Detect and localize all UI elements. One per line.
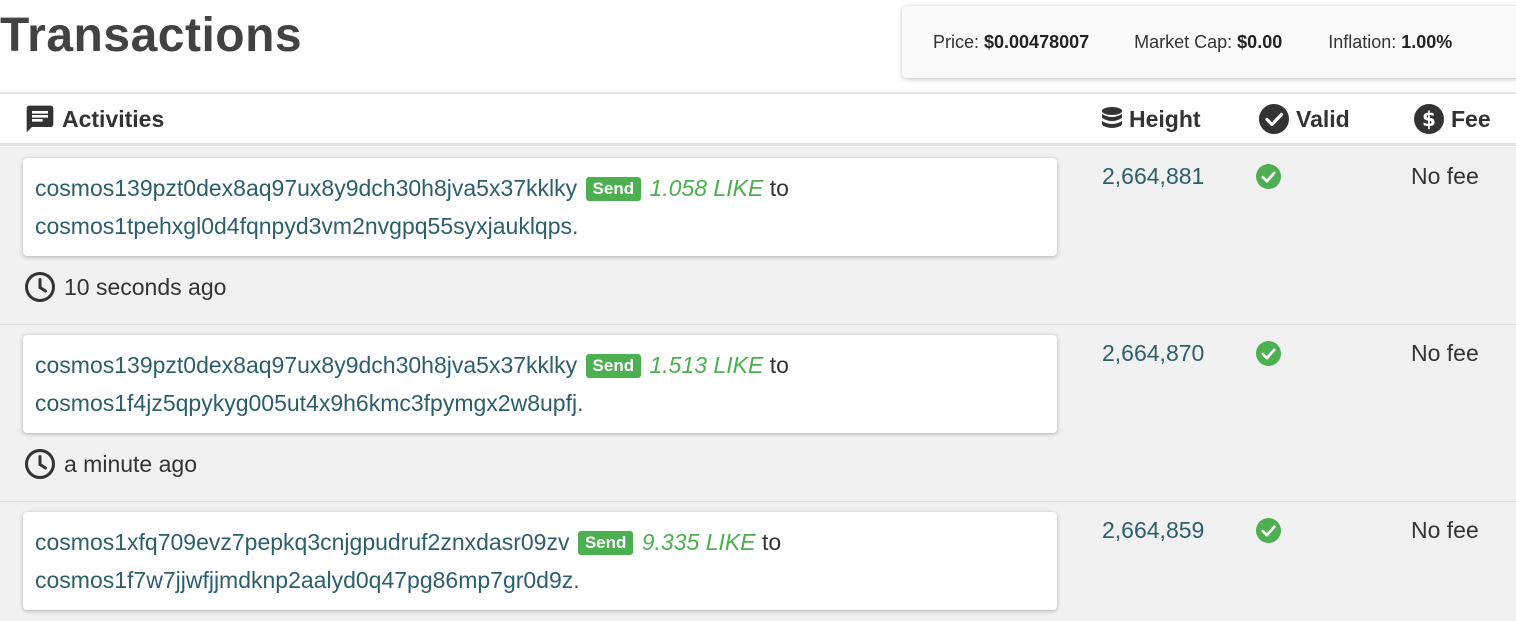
to-word: to — [762, 529, 782, 555]
price-value: $0.00478007 — [984, 31, 1090, 52]
market-stats-card: Price: $0.00478007 Market Cap: $0.00 Inf… — [902, 6, 1516, 78]
send-badge: Send — [577, 531, 634, 555]
valid-check-icon — [1256, 164, 1281, 194]
amount: 1.058 LIKE — [649, 175, 764, 201]
to-word: to — [769, 175, 789, 201]
clock-icon — [25, 449, 55, 479]
table-row: cosmos139pzt0dex8aq97ux8y9dch30h8jva5x37… — [0, 325, 1516, 502]
inflation-label: Inflation: — [1328, 31, 1402, 52]
sentence-period: . — [573, 567, 580, 593]
timestamp-text: 10 seconds ago — [64, 273, 227, 300]
recipient-address-link[interactable]: cosmos1tpehxgl0d4fqnpyd3vm2nvgpq55syxjau… — [35, 213, 572, 239]
timestamp: 10 seconds ago — [24, 271, 226, 303]
market-cap-stat: Market Cap: $0.00 — [1134, 32, 1282, 53]
price-stat: Price: $0.00478007 — [933, 32, 1089, 53]
transaction-card: cosmos139pzt0dex8aq97ux8y9dch30h8jva5x37… — [23, 158, 1057, 256]
header-fee-label: Fee — [1451, 105, 1491, 132]
sentence-period: . — [577, 390, 584, 416]
check-circle-icon — [1259, 104, 1289, 134]
inflation-stat: Inflation: 1.00% — [1328, 32, 1452, 53]
block-height-link[interactable]: 2,664,881 — [1102, 163, 1204, 190]
database-icon — [1102, 107, 1122, 128]
valid-check-icon — [1256, 518, 1281, 548]
market-cap-label: Market Cap: — [1134, 31, 1238, 52]
timestamp: a minute ago — [24, 448, 197, 480]
timestamp-text: a minute ago — [64, 450, 197, 477]
recipient-address-link[interactable]: cosmos1f7w7jjwfjjmdknp2aalyd0q47pg86mp7g… — [35, 567, 573, 593]
market-cap-value: $0.00 — [1237, 31, 1283, 52]
price-label: Price: — [933, 31, 985, 52]
send-badge: Send — [585, 354, 642, 378]
amount: 1.513 LIKE — [649, 352, 764, 378]
sender-address-link[interactable]: cosmos139pzt0dex8aq97ux8y9dch30h8jva5x37… — [35, 352, 577, 378]
message-icon — [26, 105, 54, 133]
valid-check-icon — [1256, 341, 1281, 371]
fee-value: No fee — [1411, 517, 1479, 543]
transaction-card: cosmos139pzt0dex8aq97ux8y9dch30h8jva5x37… — [23, 335, 1057, 433]
fee-value: No fee — [1411, 163, 1479, 189]
header-valid: Valid — [1258, 94, 1350, 144]
dollar-circle-icon: $ — [1414, 104, 1444, 134]
fee-value: No fee — [1411, 340, 1479, 366]
to-word: to — [769, 352, 789, 378]
sender-address-link[interactable]: cosmos1xfq709evz7pepkq3cnjgpudruf2znxdas… — [35, 529, 569, 555]
table-row: cosmos139pzt0dex8aq97ux8y9dch30h8jva5x37… — [0, 147, 1516, 325]
header-height: Height — [1101, 94, 1201, 144]
sentence-period: . — [572, 213, 579, 239]
clock-icon — [25, 272, 55, 302]
send-badge: Send — [585, 177, 642, 201]
svg-text:$: $ — [1422, 107, 1436, 131]
header-valid-label: Valid — [1296, 105, 1350, 132]
header-height-label: Height — [1129, 105, 1201, 132]
recipient-address-link[interactable]: cosmos1f4jz5qpykyg005ut4x9h6kmc3fpymgx2w… — [35, 390, 577, 416]
header-activities-label: Activities — [62, 105, 165, 132]
block-height-link[interactable]: 2,664,870 — [1102, 340, 1204, 367]
page-title: Transactions — [0, 9, 303, 62]
inflation-value: 1.00% — [1401, 31, 1453, 52]
block-height-link[interactable]: 2,664,859 — [1102, 517, 1204, 544]
sender-address-link[interactable]: cosmos139pzt0dex8aq97ux8y9dch30h8jva5x37… — [35, 175, 577, 201]
header-activities: Activities — [24, 94, 164, 144]
transaction-card: cosmos1xfq709evz7pepkq3cnjgpudruf2znxdas… — [23, 512, 1057, 610]
table-row: cosmos1xfq709evz7pepkq3cnjgpudruf2znxdas… — [0, 502, 1516, 621]
amount: 9.335 LIKE — [641, 529, 756, 555]
header-fee: $ Fee — [1413, 94, 1491, 144]
table-header: Activities Height Valid $ Fee — [0, 92, 1516, 146]
